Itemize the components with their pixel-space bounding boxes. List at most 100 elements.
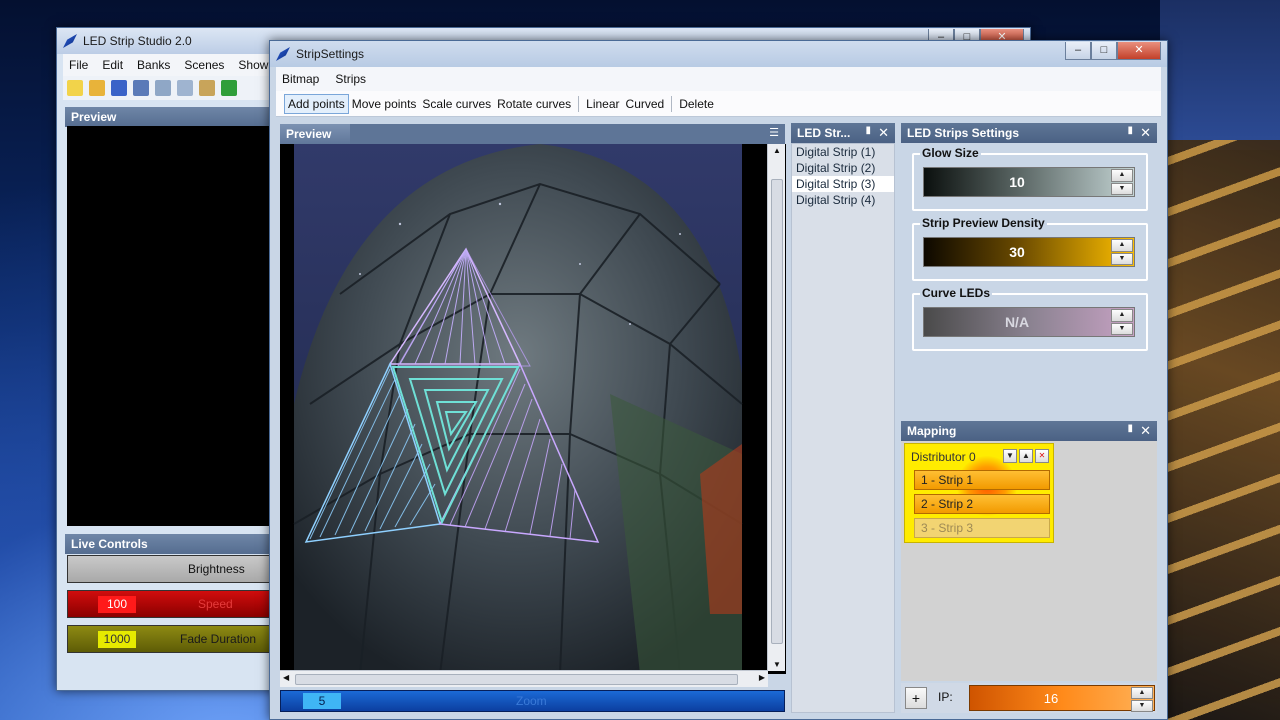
strip-settings-window[interactable]: StripSettings – □ ✕ Bitmap Strips Add po… <box>269 40 1168 720</box>
glow-size-label: Glow Size <box>920 146 981 160</box>
minimize-button[interactable]: – <box>1065 42 1091 60</box>
mapped-strip-item[interactable]: 1 - Strip 1 <box>914 470 1050 490</box>
strip-preview-density-label: Strip Preview Density <box>920 216 1047 230</box>
mapping-panel-title: Mapping <box>907 424 957 438</box>
list-item[interactable]: Digital Strip (2) <box>792 160 894 176</box>
linear-button[interactable]: Linear <box>583 95 622 113</box>
move-down-icon[interactable]: ▼ <box>1003 449 1017 463</box>
pin-icon[interactable]: ▮ <box>865 125 871 136</box>
close-panel-icon[interactable]: ✕ <box>1140 423 1151 439</box>
scroll-down-icon[interactable]: ▼ <box>773 660 781 669</box>
tab-menu-icon[interactable]: ☰ <box>769 126 779 139</box>
decrement-icon[interactable]: ▼ <box>1111 252 1133 265</box>
increment-icon[interactable]: ▲ <box>1131 687 1153 699</box>
dome-preview-image <box>280 144 786 674</box>
curve-leds-group: Curve LEDs N/A ▲ ▼ <box>912 286 1148 351</box>
list-item[interactable]: Digital Strip (4) <box>792 192 894 208</box>
close-button[interactable]: ✕ <box>1117 42 1161 60</box>
density-spin-buttons: ▲ ▼ <box>1111 239 1133 265</box>
studio-title: LED Strip Studio 2.0 <box>83 34 192 48</box>
decrement-icon[interactable]: ▼ <box>1131 700 1153 712</box>
pin-icon[interactable]: ▮ <box>1127 423 1133 434</box>
open-folder-icon[interactable] <box>89 80 105 96</box>
pin-icon[interactable]: ▮ <box>1127 125 1133 136</box>
strip-preview-density-stepper[interactable]: 30 ▲ ▼ <box>923 237 1135 267</box>
menu-bitmap[interactable]: Bitmap <box>282 72 319 86</box>
increment-icon[interactable]: ▲ <box>1111 239 1133 252</box>
curved-button[interactable]: Curved <box>623 95 668 113</box>
delete-button[interactable]: Delete <box>676 95 717 113</box>
rotate-curves-button[interactable]: Rotate curves <box>494 95 574 113</box>
scale-curves-button[interactable]: Scale curves <box>419 95 494 113</box>
zoom-label: Zoom <box>516 694 547 708</box>
desktop-wallpaper-structure <box>1150 140 1280 720</box>
close-panel-icon[interactable]: ✕ <box>878 125 889 141</box>
speed-value: 100 <box>98 596 136 613</box>
fade-duration-slider[interactable]: 1000 Fade Duration <box>67 625 272 653</box>
menu-file[interactable]: File <box>69 58 88 72</box>
led-strips-settings-title: LED Strips Settings <box>907 126 1020 140</box>
studio-preview-header: Preview <box>65 107 270 127</box>
glow-size-spin-buttons: ▲ ▼ <box>1111 169 1133 195</box>
live-controls-header: Live Controls <box>65 534 270 554</box>
brightness-label: Brightness <box>188 562 245 576</box>
studio-toolbar <box>63 76 273 100</box>
toolbar: Add points Move points Scale curves Rota… <box>276 91 1161 117</box>
menu-strips[interactable]: Strips <box>335 72 366 86</box>
preview-vertical-scrollbar[interactable]: ▲ ▼ <box>767 144 785 671</box>
strip-window-title: StripSettings <box>296 47 365 61</box>
tab-preview[interactable]: Preview ✕ <box>280 124 350 155</box>
decrement-icon[interactable]: ▼ <box>1111 322 1133 335</box>
strip-titlebar[interactable]: StripSettings – □ ✕ <box>270 41 1167 67</box>
zoom-slider[interactable]: 5 Zoom <box>280 690 785 712</box>
add-points-button[interactable]: Add points <box>284 93 349 114</box>
menu-scenes[interactable]: Scenes <box>184 58 224 72</box>
scroll-left-icon[interactable]: ◀ <box>283 673 289 682</box>
list-item[interactable]: Digital Strip (1) <box>792 144 894 160</box>
save-icon[interactable] <box>111 80 127 96</box>
led-strips-panel-header: LED Str... ▮ ✕ <box>791 123 895 143</box>
add-icon[interactable] <box>221 80 237 96</box>
scroll-up-icon[interactable]: ▲ <box>773 146 781 155</box>
ip-row: + IP: 16 ▲ ▼ <box>901 683 1157 713</box>
move-points-button[interactable]: Move points <box>349 95 420 113</box>
horizontal-scroll-thumb[interactable] <box>295 674 738 685</box>
menubar: Bitmap Strips <box>276 67 1161 91</box>
speed-slider[interactable]: 100 Speed <box>67 590 272 618</box>
distributor-controls: ▼ ▲ ✕ <box>1003 449 1049 463</box>
list-item-selected[interactable]: Digital Strip (3) <box>792 176 894 192</box>
mapped-strip-item[interactable]: 2 - Strip 2 <box>914 494 1050 514</box>
preview-horizontal-scrollbar[interactable]: ◀ ▶ <box>280 670 768 687</box>
curve-leds-stepper[interactable]: N/A ▲ ▼ <box>923 307 1135 337</box>
curve-leds-label: Curve LEDs <box>920 286 993 300</box>
new-icon[interactable] <box>67 80 83 96</box>
increment-icon[interactable]: ▲ <box>1111 169 1133 182</box>
distributor-box[interactable]: Distributor 0 ▼ ▲ ✕ 1 - Strip 1 2 - Stri… <box>904 443 1054 543</box>
paste-icon[interactable] <box>199 80 215 96</box>
ip-value: 16 <box>1043 691 1059 706</box>
copy-icon[interactable] <box>177 80 193 96</box>
increment-icon[interactable]: ▲ <box>1111 309 1133 322</box>
bitmap-preview-canvas[interactable] <box>280 144 786 674</box>
scroll-right-icon[interactable]: ▶ <box>759 673 765 682</box>
vertical-scroll-thumb[interactable] <box>771 179 783 644</box>
ip-stepper[interactable]: 16 ▲ ▼ <box>969 685 1155 712</box>
glow-size-stepper[interactable]: 10 ▲ ▼ <box>923 167 1135 197</box>
move-up-icon[interactable]: ▲ <box>1019 449 1033 463</box>
menu-banks[interactable]: Banks <box>137 58 170 72</box>
cut-icon[interactable] <box>155 80 171 96</box>
mapped-strip-item-dim[interactable]: 3 - Strip 3 <box>914 518 1050 538</box>
decrement-icon[interactable]: ▼ <box>1111 182 1133 195</box>
curve-leds-value: N/A <box>1004 314 1030 330</box>
save-as-icon[interactable] <box>133 80 149 96</box>
zoom-value: 5 <box>303 693 341 709</box>
led-strips-settings-panel: Glow Size 10 ▲ ▼ Strip Preview Density 3… <box>901 143 1156 428</box>
brightness-slider[interactable]: Brightness <box>67 555 272 583</box>
add-distributor-button[interactable]: + <box>905 687 927 709</box>
menu-edit[interactable]: Edit <box>102 58 123 72</box>
fade-duration-label: Fade Duration <box>180 632 257 646</box>
close-panel-icon[interactable]: ✕ <box>1140 125 1151 141</box>
maximize-button[interactable]: □ <box>1091 42 1117 60</box>
remove-icon[interactable]: ✕ <box>1035 449 1049 463</box>
ip-label: IP: <box>938 690 953 704</box>
